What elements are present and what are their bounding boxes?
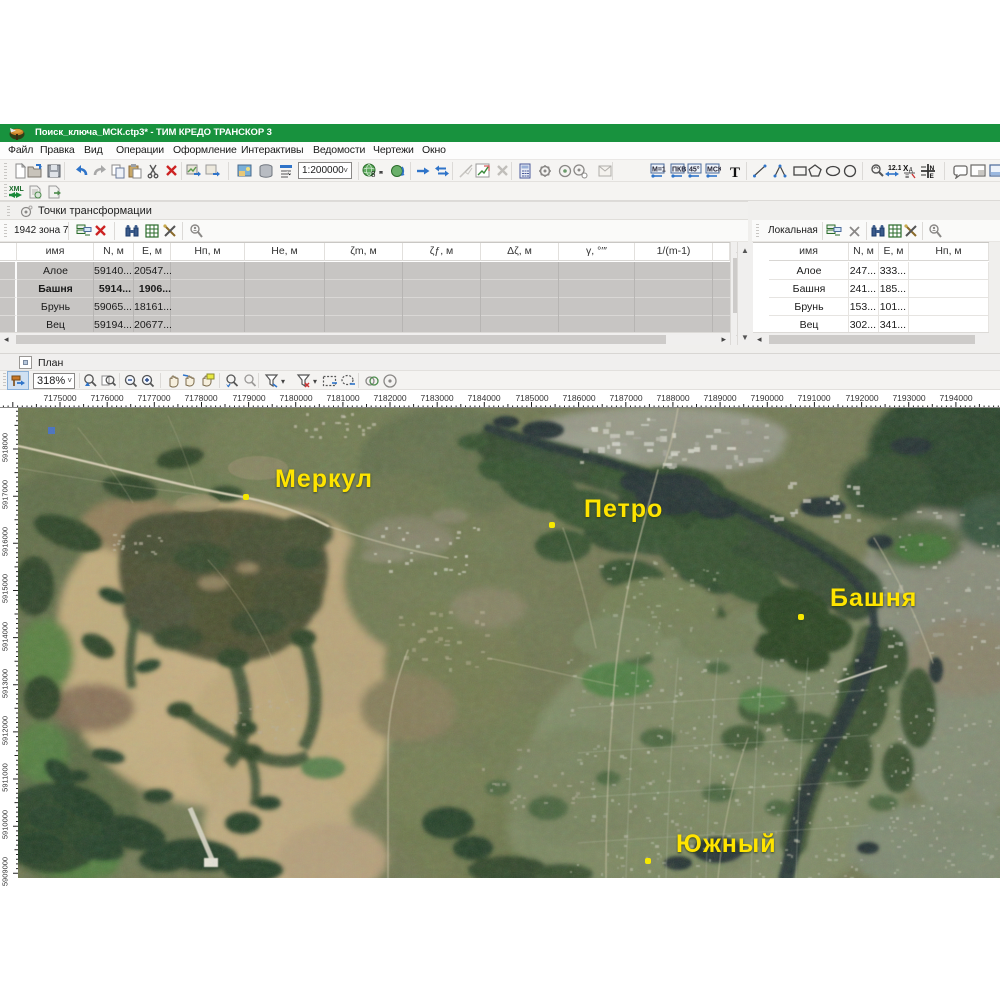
svg-text:45°: 45° — [689, 166, 700, 174]
svg-text:≡: ≡ — [905, 174, 909, 180]
svg-text:МСК: МСК — [707, 167, 721, 174]
svg-text:ПКВ: ПКВ — [672, 167, 686, 174]
svg-text:8: 8 — [371, 170, 376, 179]
svg-text:12.1: 12.1 — [888, 165, 901, 172]
svg-text:М=1: М=1 — [652, 167, 666, 174]
svg-text:T: T — [730, 165, 740, 179]
svg-text:E: E — [930, 173, 935, 179]
svg-text:N: N — [930, 165, 935, 172]
svg-text:д: д — [909, 167, 913, 173]
svg-text:XML: XML — [9, 186, 24, 193]
